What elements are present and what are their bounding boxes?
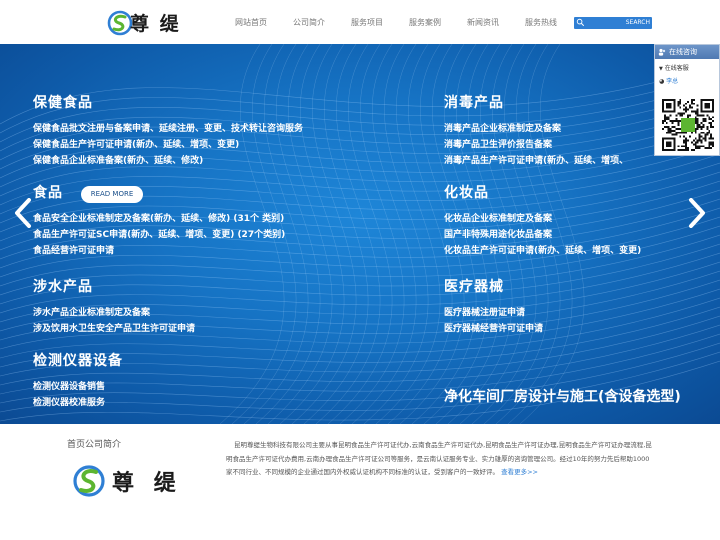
about-section-title[interactable]: 首页公司简介: [67, 437, 121, 450]
category-title[interactable]: 检测仪器设备: [33, 350, 123, 370]
category-line[interactable]: 化妆品生产许可证申请(新办、延续、增项、变更): [444, 243, 641, 259]
logo-text: 尊 缇: [130, 13, 181, 35]
category-line[interactable]: 保健食品企业标准备案(新办、延续、修改): [33, 153, 303, 169]
category-testing-equipment: 检测仪器设备 检测仪器设备销售 检测仪器校准服务: [33, 350, 123, 411]
online-consult-panel: 在线咨询 ▼ 在线客服 ◕ 李总: [654, 44, 720, 156]
people-icon: [658, 48, 666, 56]
consult-contact[interactable]: ◕ 李总: [655, 72, 719, 85]
about-logo-text: 尊 缇: [112, 470, 182, 496]
next-slide-arrow-icon[interactable]: [688, 198, 706, 228]
qr-code-icon: [660, 97, 716, 153]
consult-title: 在线咨询: [669, 48, 697, 56]
search-icon: [576, 18, 585, 27]
consult-header[interactable]: 在线咨询: [655, 45, 719, 59]
category-line[interactable]: 食品生产许可证SC申请(新办、延续、增项、变更) (27个类别): [33, 227, 285, 243]
category-title[interactable]: 涉水产品: [33, 276, 195, 296]
category-title[interactable]: 医疗器械: [444, 276, 543, 296]
search-input[interactable]: [586, 18, 624, 28]
category-line[interactable]: 消毒产品企业标准制定及备案: [444, 121, 628, 137]
view-more-link[interactable]: 查看更多>>: [501, 468, 538, 476]
cleanroom-title[interactable]: 净化车间厂房设计与施工(含设备选型): [444, 386, 681, 406]
site-header: 尊 缇 网站首页 公司简介 服务项目 服务案例 新闻资讯 服务热线 SEARCH: [0, 0, 720, 44]
consult-subtitle: ▼ 在线客服: [659, 65, 689, 72]
nav-home[interactable]: 网站首页: [222, 0, 280, 44]
category-cosmetics: 化妆品 化妆品企业标准制定及备案 国产非特殊用途化妆品备案 化妆品生产许可证申请…: [444, 182, 641, 259]
category-medical-devices: 医疗器械 医疗器械注册证申请 医疗器械经营许可证申请: [444, 276, 543, 337]
nav-about[interactable]: 公司简介: [280, 0, 338, 44]
category-line[interactable]: 国产非特殊用途化妆品备案: [444, 227, 641, 243]
category-title[interactable]: 消毒产品: [444, 92, 628, 112]
nav-services[interactable]: 服务项目: [338, 0, 396, 44]
search-button[interactable]: SEARCH: [626, 17, 650, 29]
category-line[interactable]: 检测仪器校准服务: [33, 395, 123, 411]
category-line[interactable]: 食品经营许可证申请: [33, 243, 285, 259]
category-disinfection: 消毒产品 消毒产品企业标准制定及备案 消毒产品卫生评价报告备案 消毒产品生产许可…: [444, 92, 628, 169]
search-bar: SEARCH: [574, 17, 652, 29]
hero-banner: 保健食品 保健食品批文注册与备案申请、延续注册、变更、技术转让咨询服务 保健食品…: [0, 44, 720, 424]
category-food: 食品 食品安全企业标准制定及备案(新办、延续、修改) (31个 类别) 食品生产…: [33, 182, 285, 259]
category-line[interactable]: 消毒产品卫生评价报告备案: [444, 137, 628, 153]
nav-news[interactable]: 新闻资讯: [454, 0, 512, 44]
category-line[interactable]: 涉及饮用水卫生安全产品卫生许可证申请: [33, 321, 195, 337]
category-line[interactable]: 医疗器械经营许可证申请: [444, 321, 543, 337]
nav-hotline[interactable]: 服务热线: [512, 0, 570, 44]
category-health-food: 保健食品 保健食品批文注册与备案申请、延续注册、变更、技术转让咨询服务 保健食品…: [33, 92, 303, 169]
category-title[interactable]: 化妆品: [444, 182, 641, 202]
prev-slide-arrow-icon[interactable]: [14, 198, 32, 228]
category-title[interactable]: 保健食品: [33, 92, 303, 112]
main-nav: 网站首页 公司简介 服务项目 服务案例 新闻资讯 服务热线: [222, 0, 570, 44]
category-title[interactable]: 食品: [33, 182, 285, 202]
qq-penguin-icon: ◕: [659, 78, 665, 85]
category-line[interactable]: 化妆品企业标准制定及备案: [444, 211, 641, 227]
category-line[interactable]: 保健食品批文注册与备案申请、延续注册、变更、技术转让咨询服务: [33, 121, 303, 137]
about-description: 昆明尊缇生物科技有限公司主要从事昆明食品生产许可证代办,云南食品生产许可证代办,…: [226, 441, 652, 476]
category-line[interactable]: 消毒产品生产许可证申请(新办、延续、增项、: [444, 153, 628, 169]
read-more-button[interactable]: READ MORE: [81, 186, 143, 203]
category-line[interactable]: 食品安全企业标准制定及备案(新办、延续、修改) (31个 类别): [33, 211, 285, 227]
category-line[interactable]: 保健食品生产许可证申请(新办、延续、增项、变更): [33, 137, 303, 153]
category-line[interactable]: 检测仪器设备销售: [33, 379, 123, 395]
caret-down-icon: ▼: [659, 66, 663, 72]
nav-cases[interactable]: 服务案例: [396, 0, 454, 44]
category-water-products: 涉水产品 涉水产品企业标准制定及备案 涉及饮用水卫生安全产品卫生许可证申请: [33, 276, 195, 337]
category-line[interactable]: 医疗器械注册证申请: [444, 305, 543, 321]
category-line[interactable]: 涉水产品企业标准制定及备案: [33, 305, 195, 321]
